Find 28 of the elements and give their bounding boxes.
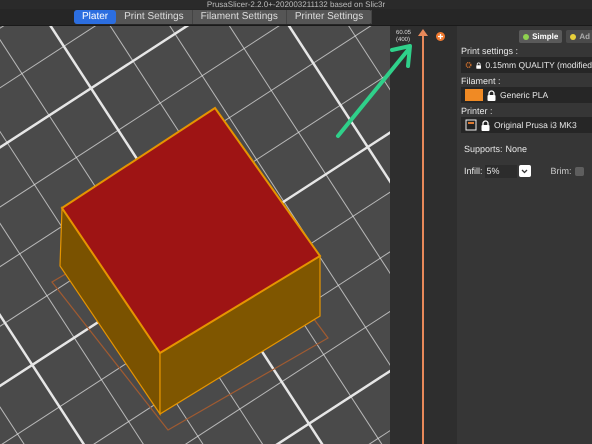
dropdown-button[interactable]	[518, 165, 531, 178]
brim-checkbox[interactable]	[574, 166, 584, 176]
preset-label: Printer :	[461, 105, 494, 117]
preset-dropdown[interactable]: 0.15mm QUALITY (modified	[461, 57, 592, 73]
plus-icon[interactable]	[436, 32, 445, 41]
preset-dropdown[interactable]: Generic PLA	[461, 87, 592, 103]
tab[interactable]: Printer Settings	[286, 10, 372, 24]
lock-icon	[487, 90, 496, 100]
tab[interactable]: Filament Settings	[192, 10, 287, 24]
infill-label: Infill:	[464, 164, 483, 178]
3d-viewport[interactable]	[0, 26, 390, 444]
tab[interactable]: Plater	[74, 10, 116, 24]
preset-dropdown[interactable]: Original Prusa i3 MK3	[461, 117, 592, 133]
brim-label: Brim:	[550, 164, 572, 178]
mode-button[interactable]: Ad	[566, 30, 592, 43]
mode-button[interactable]: Simple	[519, 30, 562, 43]
window-title: PrusaSlicer-2.2.0+-202003211132 based on Slic3r	[206, 0, 386, 10]
infill-field[interactable]: 5%	[484, 164, 517, 178]
slider-thumb[interactable]	[418, 29, 428, 36]
printer-icon	[465, 119, 477, 131]
lock-icon	[481, 120, 490, 130]
preset-label: Print settings :	[461, 45, 520, 57]
gear-icon	[465, 59, 472, 71]
preset-label: Filament :	[461, 75, 502, 87]
supports-label: Supports:	[464, 143, 503, 156]
lock-icon	[476, 60, 482, 70]
chevron-icon	[521, 168, 528, 174]
tab[interactable]: Print Settings	[116, 10, 193, 24]
